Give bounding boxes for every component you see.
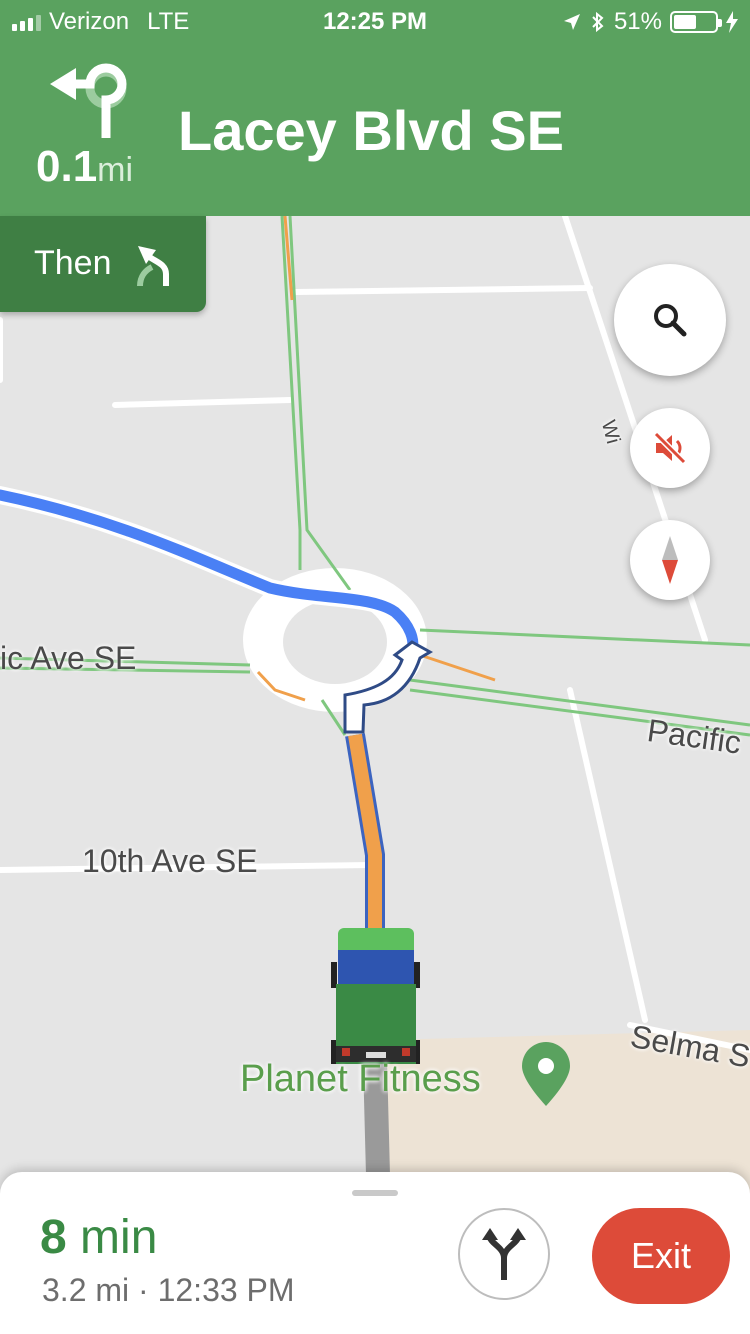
navigation-header[interactable]: Verizon LTE 12:25 PM 51% 0.1mi Lacey Blv… xyxy=(0,0,750,216)
volume-off-icon xyxy=(653,431,687,465)
duration-value: 8 xyxy=(40,1211,67,1264)
bluetooth-icon xyxy=(592,11,604,33)
charging-bolt-icon xyxy=(726,11,738,33)
alternate-routes-button[interactable] xyxy=(458,1208,550,1300)
u-turn-left-icon xyxy=(50,63,127,138)
trip-summary-sheet[interactable]: 8 min 3.2 mi · 12:33 PM Exit xyxy=(0,1172,750,1334)
eta-details: 3.2 mi · 12:33 PM xyxy=(42,1272,295,1309)
then-maneuver-box[interactable]: Then xyxy=(0,216,206,312)
distance-unit: mi xyxy=(97,151,134,189)
poi-label-planet-fitness[interactable]: Planet Fitness xyxy=(240,1058,481,1101)
eta-separator: · xyxy=(129,1272,158,1308)
compass-button[interactable] xyxy=(630,520,710,600)
duration-unit: min xyxy=(66,1211,158,1264)
search-icon xyxy=(654,304,687,337)
location-arrow-icon xyxy=(563,14,580,30)
next-street-name: Lacey Blvd SE xyxy=(178,99,564,162)
then-label: Then xyxy=(34,244,112,282)
search-button[interactable] xyxy=(614,264,726,376)
slight-left-icon xyxy=(137,246,169,287)
maneuver-distance: 0.1mi xyxy=(36,142,133,192)
battery-percent: 51% xyxy=(613,8,662,35)
sheet-drag-handle[interactable] xyxy=(352,1190,398,1196)
vehicle-marker xyxy=(331,928,420,1064)
compass-icon xyxy=(662,536,678,584)
street-label-west: ic Ave SE xyxy=(0,640,137,676)
battery-icon xyxy=(670,11,722,33)
mute-button[interactable] xyxy=(630,408,710,488)
eta-duration: 8 min xyxy=(40,1210,157,1265)
arrival-time: 12:33 PM xyxy=(157,1272,295,1308)
alternate-routes-icon xyxy=(482,1228,526,1280)
remaining-distance: 3.2 mi xyxy=(42,1272,130,1308)
distance-value: 0.1 xyxy=(36,142,98,191)
status-bar: Verizon LTE 12:25 PM 51% xyxy=(0,0,750,42)
exit-button[interactable]: Exit xyxy=(592,1208,730,1304)
street-label-10th-ave: 10th Ave SE xyxy=(82,843,258,879)
